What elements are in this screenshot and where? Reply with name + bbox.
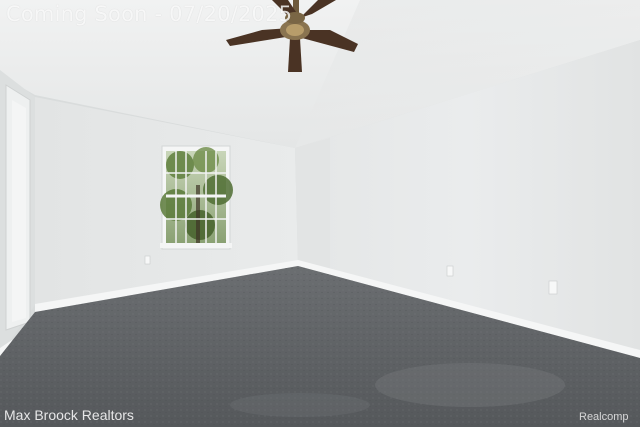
coming-soon-watermark: Coming Soon - 07/20/2025 (6, 2, 293, 26)
outlet-icon (548, 280, 558, 295)
room-photo (0, 0, 640, 427)
listing-photo: Coming Soon - 07/20/2025 Max Broock Real… (0, 0, 640, 427)
window-icon (160, 145, 233, 250)
agency-watermark: Max Broock Realtors (4, 407, 134, 423)
site-watermark: Realcomp (579, 411, 629, 423)
outlet-icon (446, 265, 454, 277)
outlet-icon (144, 255, 151, 265)
